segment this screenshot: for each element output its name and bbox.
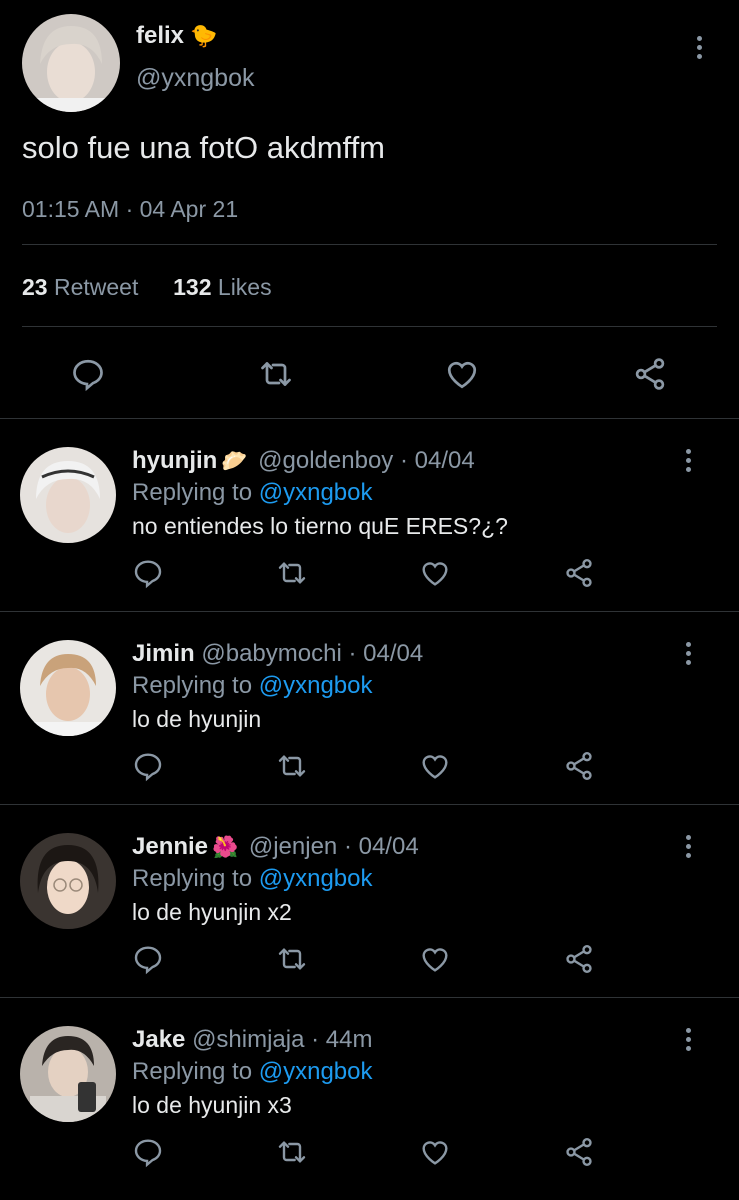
- reply-text: lo de hyunjin x2: [132, 899, 292, 925]
- replies-list: hyunjin 🥟 @goldenboy · 04/04 Replying to …: [0, 419, 739, 1190]
- timestamp: 01:15 AM · 04 Apr 21: [22, 196, 239, 222]
- display-name[interactable]: felix 🐤: [136, 22, 217, 50]
- divider: [22, 326, 717, 327]
- reply-text: no entiendes lo tierno quE ERES?¿?: [132, 513, 508, 539]
- more-icon[interactable]: [685, 835, 691, 858]
- handle[interactable]: @shimjaja: [192, 1026, 304, 1053]
- mention-link[interactable]: @yxngbok: [259, 672, 373, 699]
- display-name[interactable]: Jennie: [132, 833, 208, 860]
- more-icon[interactable]: [685, 1028, 691, 1051]
- retweet-icon[interactable]: [276, 750, 308, 782]
- handle[interactable]: @babymochi: [201, 640, 341, 667]
- more-icon[interactable]: [685, 449, 691, 472]
- avatar[interactable]: [20, 1026, 116, 1122]
- retweet-icon[interactable]: [258, 356, 294, 392]
- like-icon[interactable]: [419, 1136, 451, 1168]
- reply-date: 44m: [325, 1026, 373, 1053]
- retweet-icon[interactable]: [276, 557, 308, 589]
- reply-text: lo de hyunjin: [132, 706, 262, 732]
- reply-header: Jennie 🌺 @jenjen · 04/04: [132, 833, 419, 860]
- handle[interactable]: @yxngbok: [136, 64, 255, 93]
- avatar[interactable]: [20, 640, 116, 736]
- divider: [22, 244, 717, 245]
- like-icon[interactable]: [419, 557, 451, 589]
- replying-to: Replying to @yxngbok: [132, 479, 373, 506]
- tweet-stats: 23 Retweet 132 Likes: [22, 274, 272, 301]
- reply-header: hyunjin 🥟 @goldenboy · 04/04: [132, 447, 475, 474]
- avatar[interactable]: [20, 833, 116, 929]
- reply-icon[interactable]: [132, 557, 164, 589]
- chick-emoji: 🐤: [190, 23, 218, 48]
- share-icon[interactable]: [632, 356, 668, 392]
- display-name[interactable]: Jimin: [132, 640, 195, 667]
- reply-item[interactable]: Jake @shimjaja · 44m Replying to @yxngbo…: [0, 998, 739, 1190]
- mention-link[interactable]: @yxngbok: [259, 479, 373, 506]
- handle[interactable]: @jenjen: [249, 833, 337, 860]
- retweet-icon[interactable]: [276, 1136, 308, 1168]
- reply-item[interactable]: Jennie 🌺 @jenjen · 04/04 Replying to @yxn…: [0, 805, 739, 998]
- share-icon[interactable]: [563, 943, 595, 975]
- tweet-text: solo fue una fotO akdmffm: [22, 130, 386, 165]
- like-icon[interactable]: [419, 750, 451, 782]
- avatar[interactable]: [22, 14, 120, 112]
- retweet-stat[interactable]: 23 Retweet: [22, 274, 138, 300]
- mention-link[interactable]: @yxngbok: [259, 865, 373, 892]
- reply-text: lo de hyunjin x3: [132, 1092, 292, 1118]
- reply-header: Jake @shimjaja · 44m: [132, 1026, 373, 1053]
- handle[interactable]: @goldenboy: [258, 447, 393, 474]
- reply-date: 04/04: [358, 833, 419, 860]
- replying-to: Replying to @yxngbok: [132, 1058, 373, 1085]
- avatar[interactable]: [20, 447, 116, 543]
- reply-item[interactable]: Jimin @babymochi · 04/04 Replying to @yx…: [0, 612, 739, 805]
- like-icon[interactable]: [419, 943, 451, 975]
- main-tweet: felix 🐤 @yxngbok solo fue una fotO akdmff…: [0, 0, 739, 419]
- mention-link[interactable]: @yxngbok: [259, 1058, 373, 1085]
- like-stat[interactable]: 132 Likes: [173, 274, 271, 300]
- more-icon[interactable]: [696, 36, 702, 59]
- reply-icon[interactable]: [70, 356, 106, 392]
- dumpling-emoji: 🥟: [221, 450, 248, 473]
- reply-header: Jimin @babymochi · 04/04: [132, 640, 424, 667]
- display-name[interactable]: Jake: [132, 1026, 185, 1053]
- replying-to: Replying to @yxngbok: [132, 672, 373, 699]
- replying-to: Replying to @yxngbok: [132, 865, 373, 892]
- retweet-icon[interactable]: [276, 943, 308, 975]
- more-icon[interactable]: [685, 642, 691, 665]
- share-icon[interactable]: [563, 557, 595, 589]
- reply-item[interactable]: hyunjin 🥟 @goldenboy · 04/04 Replying to …: [0, 419, 739, 612]
- share-icon[interactable]: [563, 1136, 595, 1168]
- reply-icon[interactable]: [132, 943, 164, 975]
- hibiscus-emoji: 🌺: [212, 836, 239, 859]
- reply-date: 04/04: [414, 447, 475, 474]
- display-name[interactable]: hyunjin: [132, 447, 217, 474]
- reply-date: 04/04: [363, 640, 424, 667]
- reply-icon[interactable]: [132, 750, 164, 782]
- reply-icon[interactable]: [132, 1136, 164, 1168]
- share-icon[interactable]: [563, 750, 595, 782]
- like-icon[interactable]: [444, 356, 480, 392]
